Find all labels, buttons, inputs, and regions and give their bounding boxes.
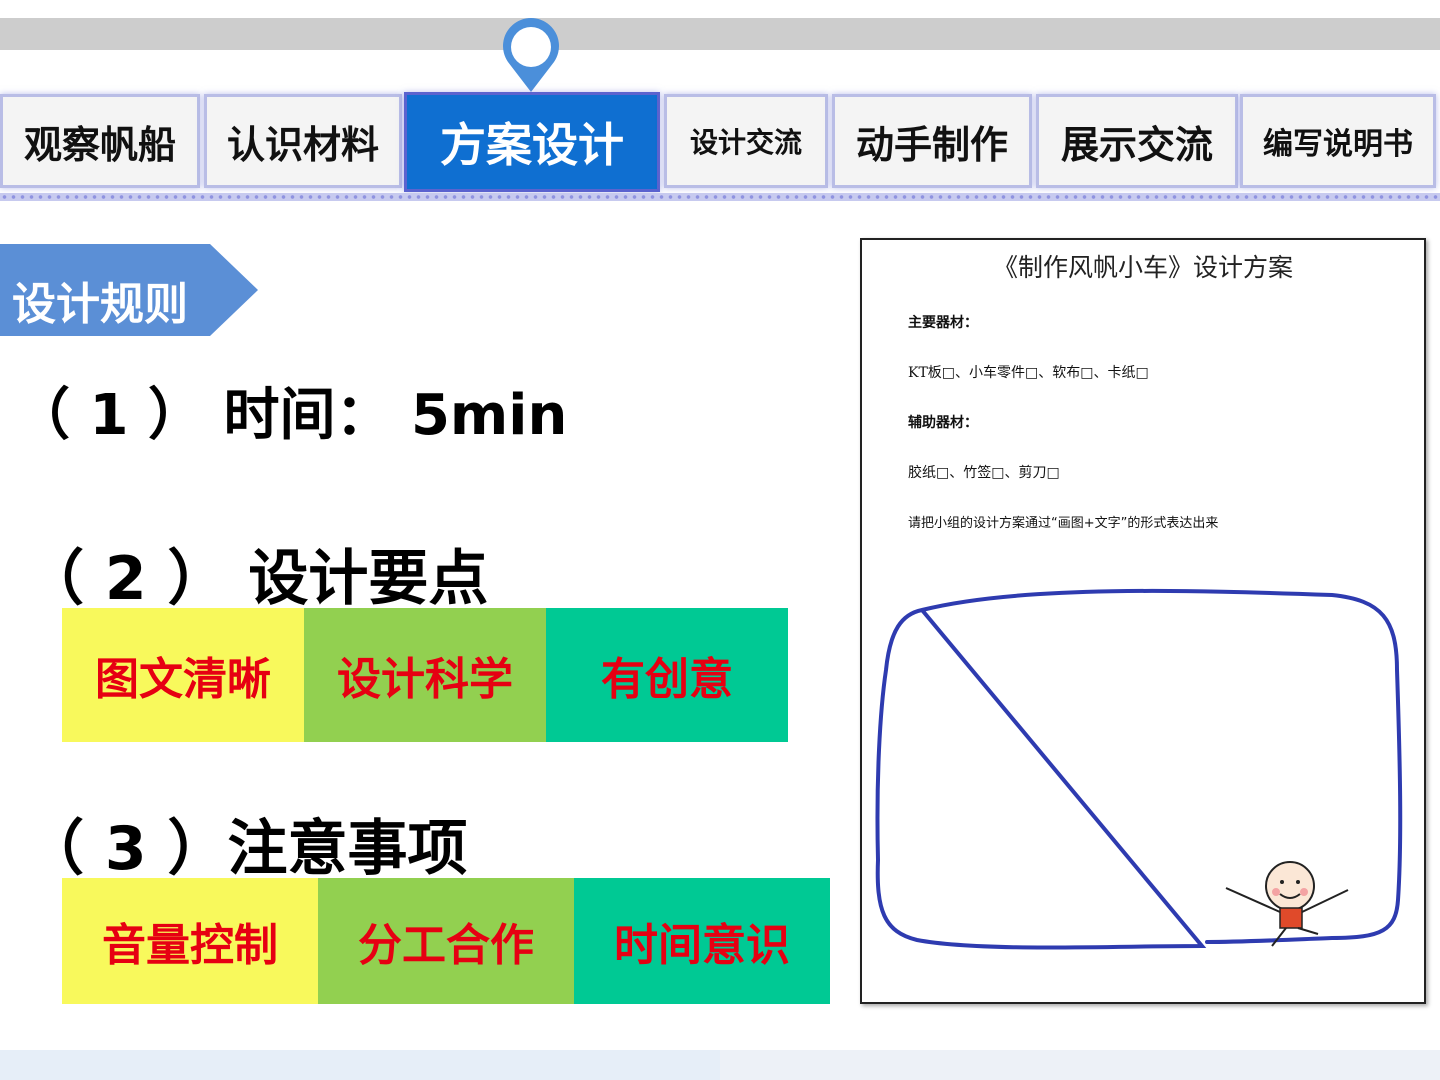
rule-design-points: （ 2 ） 设计要点: [24, 544, 489, 614]
note-time: 时间意识: [574, 878, 830, 1004]
tab-write-manual[interactable]: 编写说明书: [1240, 94, 1436, 188]
design-points-row: 图文清晰 设计科学 有创意: [62, 608, 788, 742]
note-volume: 音量控制: [62, 878, 318, 1004]
tab-know-materials[interactable]: 认识材料: [204, 94, 402, 188]
footer-band-left: [0, 1050, 720, 1080]
tab-label: 观察帆船: [23, 122, 176, 167]
rule-notes: （ 3 ）注意事项: [24, 814, 468, 884]
tab-label: 编写说明书: [1263, 127, 1413, 162]
point-clear: 图文清晰: [62, 608, 304, 742]
tab-label: 展示交流: [1060, 122, 1213, 167]
tab-underline-dots: [0, 193, 1440, 201]
notes-row: 音量控制 分工合作 时间意识: [62, 878, 830, 1004]
rule-time: （ 1 ） 时间： 5min: [14, 383, 568, 448]
tab-label: 动手制作: [855, 122, 1008, 167]
footer-band-right: [720, 1050, 1440, 1080]
rules-heading: 设计规则: [12, 279, 188, 330]
cartoon-kid-icon: [1225, 861, 1349, 947]
tab-show-exchange[interactable]: 展示交流: [1036, 94, 1238, 188]
location-pin-icon: [503, 18, 559, 92]
tab-label: 认识材料: [226, 122, 379, 167]
tab-hands-on[interactable]: 动手制作: [832, 94, 1032, 188]
top-progress-bar: [0, 18, 1440, 50]
tab-label: 方案设计: [440, 118, 624, 172]
step-tabs: 观察帆船 认识材料 方案设计 设计交流 动手制作 展示交流 编写说明书: [0, 90, 1440, 198]
point-scientific: 设计科学: [304, 608, 546, 742]
point-creative: 有创意: [546, 608, 788, 742]
tab-observe-sailboat[interactable]: 观察帆船: [0, 94, 200, 188]
tab-design-exchange[interactable]: 设计交流: [664, 94, 828, 188]
drawing-frame: [875, 588, 1403, 950]
note-teamwork: 分工合作: [318, 878, 574, 1004]
tab-plan-design[interactable]: 方案设计: [404, 92, 660, 192]
design-plan-document: 《制作风帆小车》设计方案 主要器材： KT板□、小车零件□、软布□、卡纸□ 辅助…: [860, 238, 1426, 1004]
tab-label: 设计交流: [689, 126, 802, 159]
